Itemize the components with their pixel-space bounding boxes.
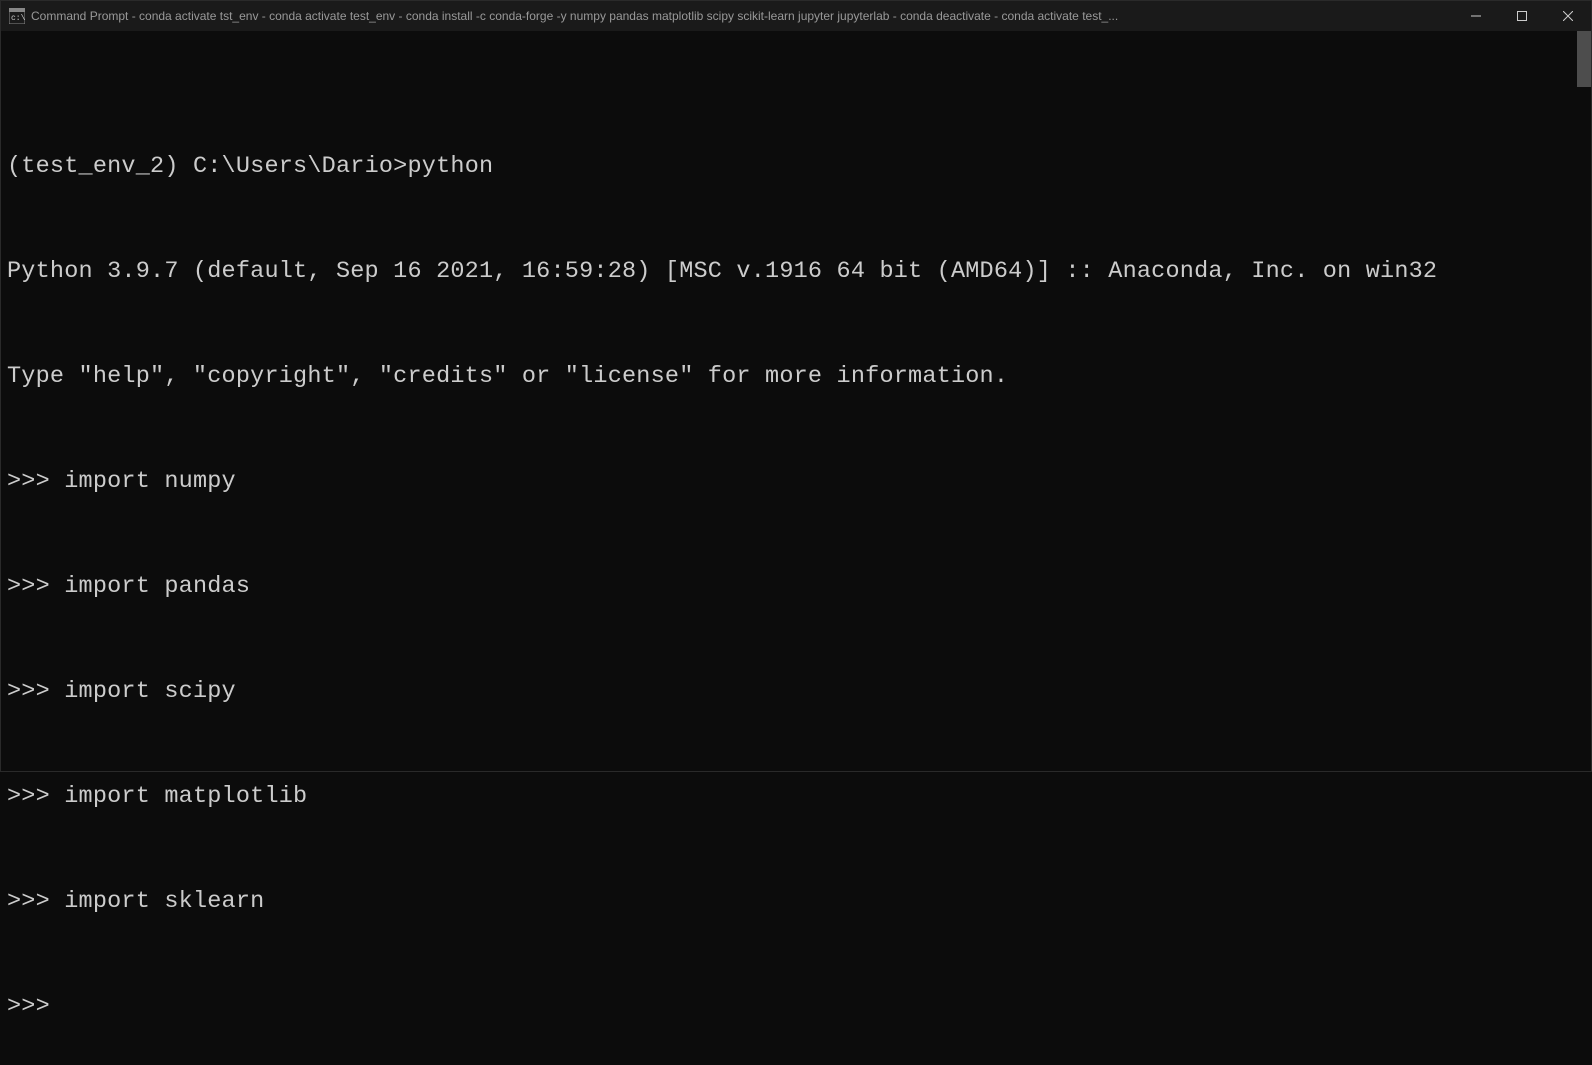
scrollbar-thumb[interactable] (1577, 31, 1591, 87)
terminal-output[interactable]: (test_env_2) C:\Users\Dario>python Pytho… (1, 31, 1591, 1065)
command-text: python (407, 153, 493, 180)
repl-line: >>> import numpy (7, 464, 1585, 499)
shell-prompt-line: (test_env_2) C:\Users\Dario>python (7, 149, 1585, 184)
minimize-button[interactable] (1453, 1, 1499, 31)
titlebar: c:\ Command Prompt - conda activate tst_… (1, 1, 1591, 31)
env-prefix: (test_env_2) (7, 153, 193, 180)
repl-input: import matplotlib (64, 783, 307, 810)
titlebar-text: Command Prompt - conda activate tst_env … (31, 9, 1453, 23)
maximize-button[interactable] (1499, 1, 1545, 31)
repl-line: >>> import sklearn (7, 884, 1585, 919)
cmd-icon: c:\ (9, 8, 25, 24)
repl-line: >>> import pandas (7, 569, 1585, 604)
repl-line: >>> import scipy (7, 674, 1585, 709)
repl-input: import sklearn (64, 888, 264, 915)
path-prompt: C:\Users\Dario> (193, 153, 408, 180)
repl-prompt: >>> (7, 468, 64, 495)
repl-prompt: >>> (7, 678, 64, 705)
repl-prompt: >>> (7, 993, 50, 1020)
repl-input: import scipy (64, 678, 236, 705)
repl-line: >>> import matplotlib (7, 779, 1585, 814)
repl-prompt: >>> (7, 783, 64, 810)
svg-text:c:\: c:\ (11, 14, 25, 23)
python-banner-2: Type "help", "copyright", "credits" or "… (7, 359, 1585, 394)
python-banner-1: Python 3.9.7 (default, Sep 16 2021, 16:5… (7, 254, 1585, 289)
repl-input: import numpy (64, 468, 236, 495)
repl-input: import pandas (64, 573, 250, 600)
repl-line-empty: >>> (7, 989, 1585, 1024)
close-button[interactable] (1545, 1, 1591, 31)
window-controls (1453, 1, 1591, 31)
repl-prompt: >>> (7, 888, 64, 915)
repl-prompt: >>> (7, 573, 64, 600)
